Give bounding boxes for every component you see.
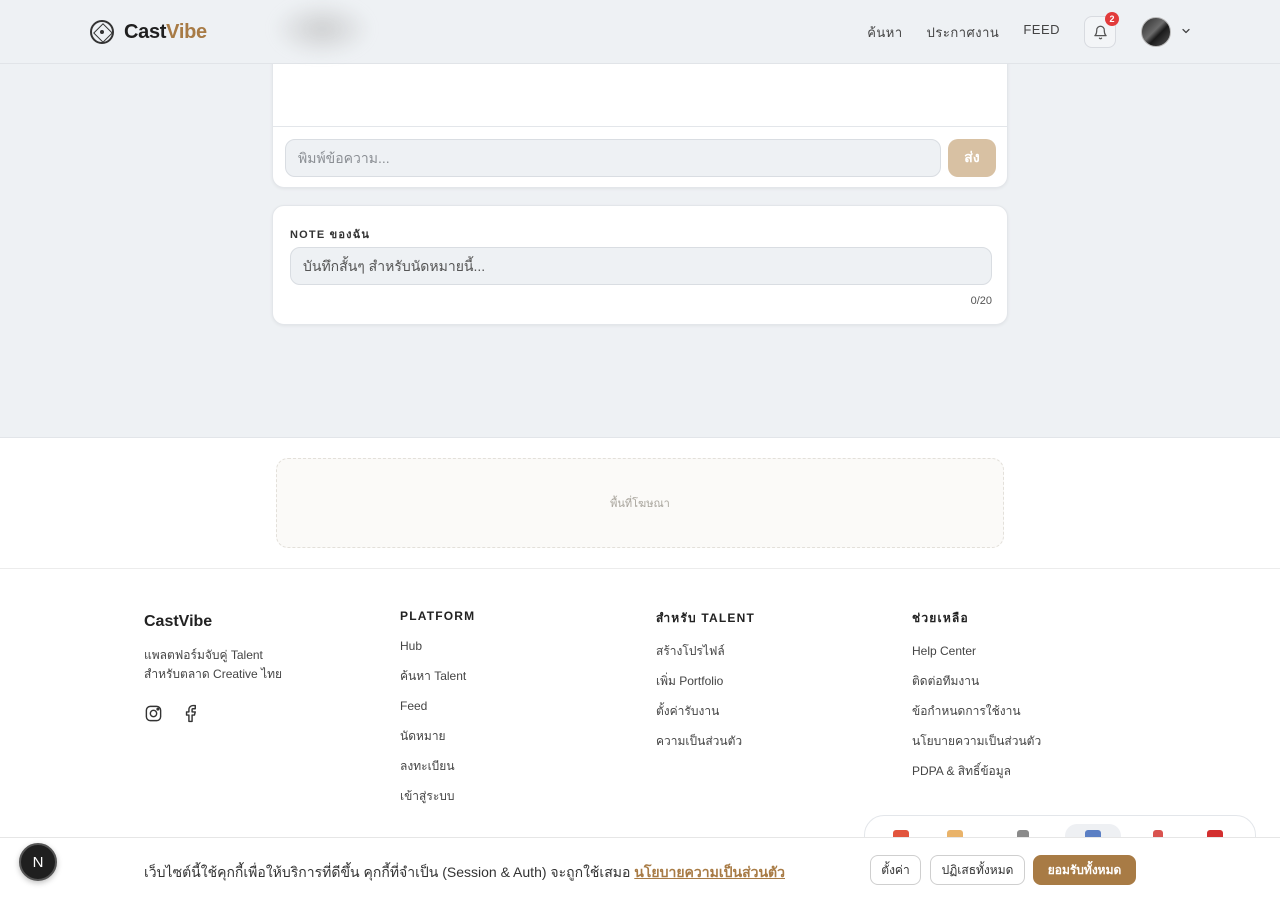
footer-col-platform: PLATFORM Hub ค้นหา Talent Feed นัดหมาย ล…	[400, 609, 475, 816]
cookie-message: เว็บไซต์นี้ใช้คุกกี้เพื่อให้บริการที่ดีข…	[144, 864, 786, 880]
note-char-counter: 0/20	[970, 295, 992, 307]
footer-link-hub[interactable]: Hub	[400, 636, 475, 666]
footer-link-pdpa[interactable]: PDPA & สิทธิ์ข้อมูล	[912, 761, 1041, 791]
nav-job-posts[interactable]: ประกาศงาน	[927, 22, 1000, 43]
footer-link-job-settings[interactable]: ตั้งค่ารับงาน	[656, 701, 755, 731]
dev-tools-button[interactable]: N	[19, 843, 57, 881]
user-avatar[interactable]	[1141, 17, 1171, 47]
footer-brand: CastVibe	[144, 613, 213, 630]
main-nav: ค้นหา ประกาศงาน FEED	[867, 22, 1060, 43]
blurred-avatar-shadow	[272, 0, 372, 58]
footer-link-help-center[interactable]: Help Center	[912, 641, 1041, 671]
footer-link-terms[interactable]: ข้อกำหนดการใช้งาน	[912, 701, 1041, 731]
nav-feed[interactable]: FEED	[1023, 22, 1060, 43]
chat-divider	[273, 126, 1007, 127]
ad-label: พื้นที่โฆษณา	[610, 498, 670, 510]
ad-placeholder: พื้นที่โฆษณา	[276, 458, 1004, 548]
instagram-icon[interactable]	[144, 704, 163, 723]
privacy-policy-link[interactable]: นโยบายความเป็นส่วนตัว	[634, 864, 785, 880]
footer-link-create-profile[interactable]: สร้างโปรไฟล์	[656, 641, 755, 671]
footer-col-talent: สำหรับ TALENT สร้างโปรไฟล์ เพิ่ม Portfol…	[656, 609, 755, 761]
footer-col-title: สำหรับ TALENT	[656, 611, 756, 625]
top-header: CastVibe ค้นหา ประกาศงาน FEED 2	[0, 0, 1280, 64]
notification-badge: 2	[1105, 12, 1119, 26]
footer-link-add-portfolio[interactable]: เพิ่ม Portfolio	[656, 671, 755, 701]
cookie-accept-button[interactable]: ยอมรับทั้งหมด	[1033, 855, 1136, 885]
footer-link-search-talent[interactable]: ค้นหา Talent	[400, 666, 475, 696]
footer-col-title: PLATFORM	[400, 609, 476, 623]
nav-search[interactable]: ค้นหา	[867, 22, 902, 43]
footer-link-privacy-policy[interactable]: นโยบายความเป็นส่วนตัว	[912, 731, 1041, 761]
footer-link-contact[interactable]: ติดต่อทีมงาน	[912, 671, 1041, 701]
footer-col-help: ช่วยเหลือ Help Center ติดต่อทีมงาน ข้อกำ…	[912, 609, 1041, 791]
cookie-reject-button[interactable]: ปฏิเสธทั้งหมด	[930, 855, 1025, 885]
logo[interactable]: CastVibe	[90, 20, 207, 44]
facebook-icon[interactable]	[181, 704, 200, 723]
note-input[interactable]	[290, 247, 992, 285]
logo-icon	[90, 20, 114, 44]
message-input[interactable]	[285, 139, 941, 177]
cookie-banner: เว็บไซต์นี้ใช้คุกกี้เพื่อให้บริการที่ดีข…	[0, 837, 1280, 900]
social-links	[144, 704, 200, 723]
footer-link-login[interactable]: เข้าสู่ระบบ	[400, 786, 475, 816]
bell-icon	[1093, 25, 1107, 39]
footer-link-privacy[interactable]: ความเป็นส่วนตัว	[656, 731, 755, 761]
cookie-settings-button[interactable]: ตั้งค่า	[870, 855, 921, 885]
chevron-down-icon[interactable]	[1180, 25, 1192, 37]
send-button[interactable]: ส่ง	[948, 139, 996, 177]
footer-link-register[interactable]: ลงทะเบียน	[400, 756, 475, 786]
footer-col-title: ช่วยเหลือ	[912, 611, 969, 625]
footer-divider	[0, 568, 1280, 569]
footer-link-appointments[interactable]: นัดหมาย	[400, 726, 475, 756]
logo-text: CastVibe	[124, 20, 207, 43]
footer-tagline: แพลตฟอร์มจับคู่ Talent สำหรับตลาด Creati…	[144, 648, 283, 681]
note-label: NOTE ของฉัน	[290, 229, 371, 241]
footer-link-feed[interactable]: Feed	[400, 696, 475, 726]
note-panel: NOTE ของฉัน 0/20	[272, 205, 1008, 325]
